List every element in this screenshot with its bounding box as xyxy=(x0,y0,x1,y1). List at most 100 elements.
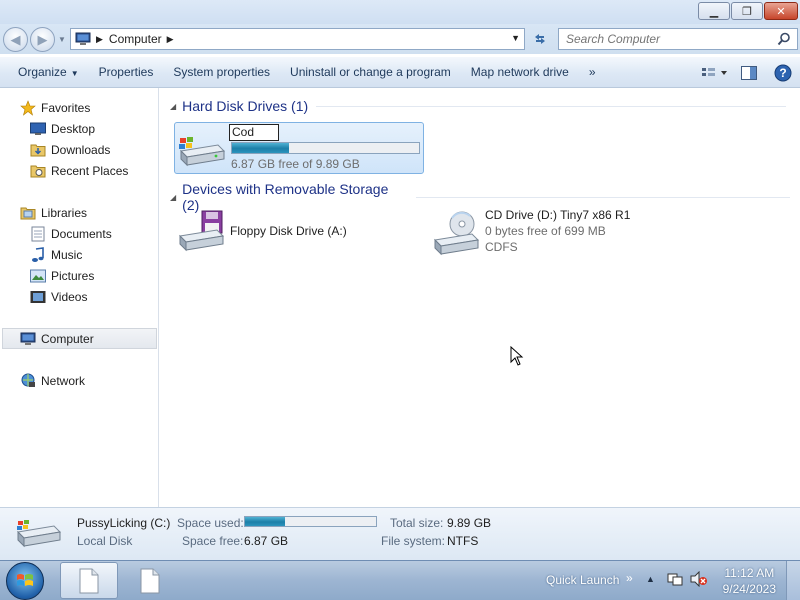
recent-pages-dropdown[interactable]: ▼ xyxy=(58,35,66,44)
start-button[interactable] xyxy=(6,562,44,600)
back-button[interactable]: ◀ xyxy=(3,27,28,52)
drive-c-usage-bar xyxy=(231,142,420,154)
nav-downloads-label: Downloads xyxy=(51,142,111,157)
properties-button[interactable]: Properties xyxy=(89,65,164,79)
search-box[interactable] xyxy=(558,28,798,50)
group-divider xyxy=(316,105,787,107)
speaker-muted-icon[interactable] xyxy=(690,571,708,587)
refresh-button[interactable] xyxy=(528,28,552,50)
back-arrow-icon: ◀ xyxy=(10,31,21,47)
mouse-cursor-icon xyxy=(510,346,524,366)
cd-drive-icon xyxy=(433,211,480,256)
address-dropdown-icon[interactable]: ▼ xyxy=(511,33,520,43)
nav-videos[interactable]: Videos xyxy=(30,286,87,307)
taskbar-item-document[interactable] xyxy=(121,562,179,599)
collapse-triangle-icon[interactable]: ◢ xyxy=(170,193,176,202)
total-size-label: Total size: xyxy=(390,516,444,530)
document-icon xyxy=(79,568,99,593)
details-pane: PussyLicking (C:) Local Disk Space used:… xyxy=(0,507,800,560)
close-icon: ✕ xyxy=(776,5,786,18)
nav-documents-label: Documents xyxy=(51,226,112,241)
file-system-value: NTFS xyxy=(447,534,479,548)
organize-menu[interactable]: Organize ▼ xyxy=(0,65,89,79)
space-used-fill xyxy=(245,517,285,526)
nav-favorites[interactable]: Favorites xyxy=(20,97,90,118)
music-note-icon xyxy=(30,246,46,263)
floppy-drive-tile[interactable]: Floppy Disk Drive (A:) xyxy=(174,208,414,258)
floppy-disk-icon xyxy=(178,210,225,252)
downloads-folder-icon xyxy=(30,142,46,158)
nav-computer-label: Computer xyxy=(41,331,94,346)
system-properties-button[interactable]: System properties xyxy=(163,65,280,79)
nav-recent-places[interactable]: Recent Places xyxy=(30,160,128,181)
uninstall-program-button[interactable]: Uninstall or change a program xyxy=(280,65,461,79)
drive-type: Local Disk xyxy=(77,534,133,548)
local-disk-icon xyxy=(16,520,62,548)
file-system-label: File system: xyxy=(381,534,446,548)
address-bar[interactable]: ▶ Computer ▶ ▼ xyxy=(70,28,525,50)
nav-network[interactable]: Network xyxy=(20,370,85,391)
computer-icon xyxy=(20,331,36,347)
space-free-value: 6.87 GB xyxy=(244,534,289,548)
minimize-button[interactable]: ▁ xyxy=(698,2,730,20)
more-commands-button[interactable]: » xyxy=(579,65,606,79)
space-free-label: Space free: xyxy=(182,534,244,548)
restore-button[interactable]: ❐ xyxy=(731,2,763,20)
drive-c-free-space: 6.87 GB free of 9.89 GB xyxy=(231,157,360,171)
chevron-up-icon: ▲ xyxy=(646,574,655,584)
close-button[interactable]: ✕ xyxy=(764,2,798,20)
search-icon[interactable] xyxy=(777,32,791,46)
command-bar: Organize ▼ Properties System properties U… xyxy=(0,57,800,88)
nav-computer[interactable]: Computer xyxy=(2,328,157,349)
cd-drive-tile[interactable]: CD Drive (D:) Tiny7 x86 R1 0 bytes free … xyxy=(430,204,680,264)
nav-downloads[interactable]: Downloads xyxy=(30,139,110,160)
nav-documents[interactable]: Documents xyxy=(30,223,112,244)
nav-favorites-label: Favorites xyxy=(41,100,91,115)
search-input[interactable] xyxy=(566,32,766,46)
help-button[interactable]: ? xyxy=(766,57,800,88)
documents-icon xyxy=(30,226,46,242)
breadcrumb-separator-icon[interactable]: ▶ xyxy=(96,34,103,45)
cd-drive-free-space: 0 bytes free of 699 MB xyxy=(485,224,606,238)
show-hidden-icons-button[interactable]: ▲ xyxy=(646,571,655,585)
group-header-hard-disks[interactable]: ◢ Hard Disk Drives (1) xyxy=(170,98,790,114)
collapse-triangle-icon[interactable]: ◢ xyxy=(170,102,176,111)
taskbar-item-explorer[interactable] xyxy=(60,562,118,599)
drive-c-usage-fill xyxy=(232,143,290,153)
nav-pictures[interactable]: Pictures xyxy=(30,265,94,286)
action-center-icon[interactable] xyxy=(667,571,683,587)
nav-network-label: Network xyxy=(41,373,86,388)
show-desktop-button[interactable] xyxy=(786,561,800,600)
space-used-label: Space used: xyxy=(177,516,244,530)
breadcrumb-separator-icon[interactable]: ▶ xyxy=(167,34,174,45)
forward-button[interactable]: ▶ xyxy=(30,27,55,52)
rename-input[interactable]: Cod xyxy=(229,124,279,141)
drive-c-tile[interactable]: Cod 6.87 GB free of 9.89 GB xyxy=(174,122,424,174)
nav-libraries-label: Libraries xyxy=(41,205,88,220)
total-size-value: 9.89 GB xyxy=(447,516,492,530)
map-network-drive-button[interactable]: Map network drive xyxy=(461,65,579,79)
quick-launch-label[interactable]: Quick Launch xyxy=(546,573,619,587)
breadcrumb-computer[interactable]: Computer xyxy=(109,32,162,46)
chevron-down-icon: ▼ xyxy=(70,69,79,78)
document-icon xyxy=(140,568,160,593)
floppy-drive-label: Floppy Disk Drive (A:) xyxy=(230,224,347,238)
minimize-icon: ▁ xyxy=(709,5,719,18)
nav-libraries[interactable]: Libraries xyxy=(20,202,87,223)
help-icon: ? xyxy=(774,64,792,81)
nav-desktop[interactable]: Desktop xyxy=(30,118,95,139)
preview-pane-button[interactable] xyxy=(732,57,766,88)
taskbar: Quick Launch » ▲ 11:12 AM 9/24/2023 xyxy=(0,560,800,600)
nav-recent-places-label: Recent Places xyxy=(51,163,129,178)
window-title-bar[interactable]: ▁ ❐ ✕ xyxy=(0,0,800,24)
system-clock[interactable]: 11:12 AM 9/24/2023 xyxy=(723,565,776,597)
change-view-button[interactable] xyxy=(698,57,732,88)
nav-music[interactable]: Music xyxy=(30,244,82,265)
network-icon xyxy=(20,373,36,389)
space-used-bar xyxy=(244,516,377,527)
quick-launch-expand-icon[interactable]: » xyxy=(626,571,633,585)
computer-icon xyxy=(75,32,91,45)
organize-label: Organize xyxy=(18,65,67,79)
hard-disks-group-label: Hard Disk Drives (1) xyxy=(182,98,309,114)
content-pane: ◢ Hard Disk Drives (1) Cod 6.87 GB free … xyxy=(160,88,800,507)
